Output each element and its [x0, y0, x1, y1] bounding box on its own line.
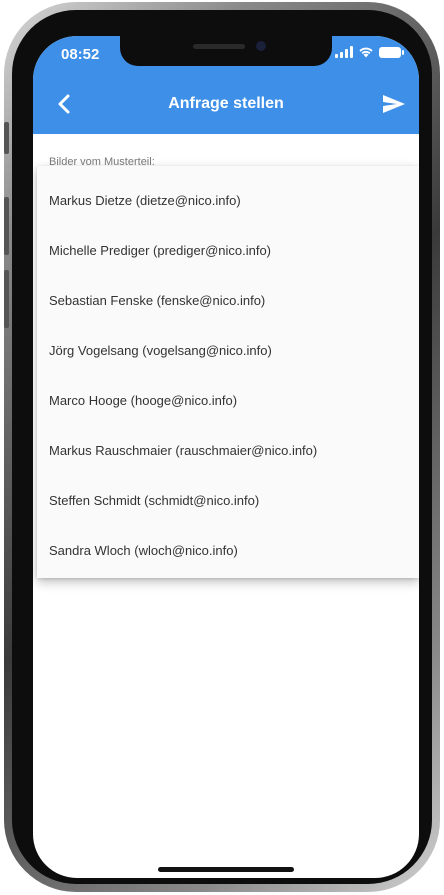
mute-switch: [4, 122, 9, 154]
volume-down-button: [4, 270, 9, 328]
dropdown-option[interactable]: Jörg Vogelsang (vogelsang@nico.info): [37, 325, 419, 375]
send-icon: [383, 95, 405, 113]
dropdown-option[interactable]: Markus Dietze (dietze@nico.info): [37, 175, 419, 225]
dropdown-option[interactable]: Sebastian Fenske (fenske@nico.info): [37, 275, 419, 325]
dropdown-option[interactable]: Steffen Schmidt (schmidt@nico.info): [37, 475, 419, 525]
page-title: Anfrage stellen: [168, 95, 284, 112]
contact-dropdown-menu: Markus Dietze (dietze@nico.info) Michell…: [37, 166, 419, 578]
battery-icon: [379, 46, 404, 58]
dropdown-option[interactable]: Marco Hooge (hooge@nico.info): [37, 375, 419, 425]
front-camera: [256, 41, 266, 51]
dropdown-option[interactable]: Michelle Prediger (prediger@nico.info): [37, 225, 419, 275]
dropdown-option[interactable]: Markus Rauschmaier (rauschmaier@nico.inf…: [37, 425, 419, 475]
signal-icon: [335, 46, 353, 58]
status-time: 08:52: [61, 46, 100, 63]
speaker-grille: [193, 44, 245, 49]
status-icons: [335, 46, 404, 58]
dropdown-option[interactable]: Sandra Wloch (wloch@nico.info): [37, 525, 419, 575]
phone-screen: 08:52 Anfrage stellen Bilder vom Mustert…: [33, 36, 419, 878]
home-indicator[interactable]: [158, 867, 294, 872]
app-bar: 08:52 Anfrage stellen: [33, 36, 419, 134]
wifi-icon: [359, 47, 373, 58]
volume-up-button: [4, 197, 9, 255]
send-button[interactable]: [381, 92, 407, 116]
notch: [120, 36, 332, 66]
